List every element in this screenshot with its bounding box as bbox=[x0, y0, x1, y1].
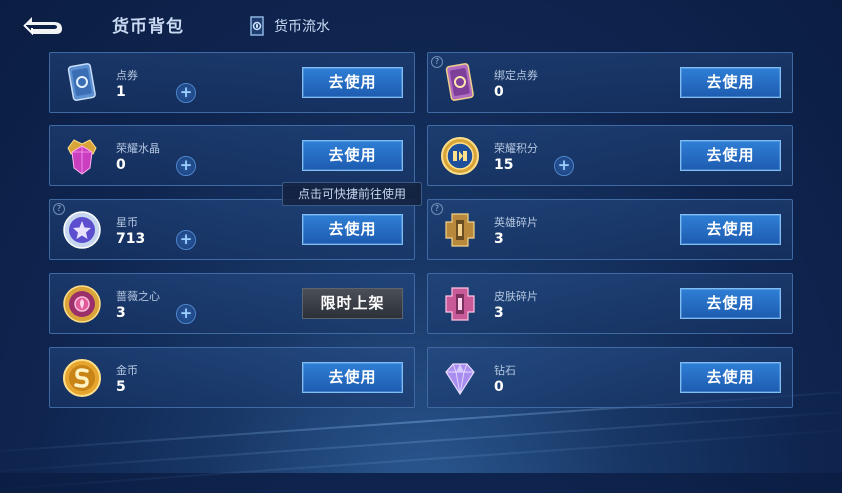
currency-card-bound-coupon: ? 绑定点券 0 去使用 bbox=[427, 52, 793, 113]
currency-count: 3 bbox=[494, 231, 504, 247]
currency-flow-link[interactable]: 货币流水 bbox=[248, 14, 330, 38]
currency-name: 点券 bbox=[116, 69, 138, 82]
currency-count: 15 bbox=[494, 157, 514, 173]
add-coupon-button[interactable]: + bbox=[176, 83, 196, 103]
currency-card-diamond: 钻石 0 去使用 bbox=[427, 347, 793, 408]
currency-name: 绑定点券 bbox=[494, 69, 538, 82]
currency-name: 蔷薇之心 bbox=[116, 290, 160, 303]
currency-count: 0 bbox=[494, 379, 504, 395]
back-arrow-icon[interactable] bbox=[20, 12, 66, 38]
currency-count: 1 bbox=[116, 84, 126, 100]
currency-count: 3 bbox=[494, 305, 504, 321]
currency-count: 0 bbox=[116, 157, 126, 173]
currency-name: 荣耀积分 bbox=[494, 142, 538, 155]
currency-name: 星币 bbox=[116, 216, 138, 229]
limited-time-button[interactable]: 限时上架 bbox=[302, 288, 403, 319]
currency-name: 钻石 bbox=[494, 364, 516, 377]
gold-coin-icon bbox=[63, 359, 101, 397]
use-gold-coin-button[interactable]: 去使用 bbox=[302, 362, 403, 393]
add-rose-heart-button[interactable]: + bbox=[176, 304, 196, 324]
currency-name: 金币 bbox=[116, 364, 138, 377]
hero-fragment-icon bbox=[445, 213, 475, 247]
glory-crystal-icon bbox=[67, 139, 97, 175]
glory-points-icon bbox=[441, 137, 479, 175]
star-coin-icon bbox=[63, 211, 101, 249]
use-bound-coupon-button[interactable]: 去使用 bbox=[680, 67, 781, 98]
currency-card-glory-crystal: 荣耀水晶 0 + 去使用 bbox=[49, 125, 415, 186]
currency-flow-icon bbox=[250, 16, 264, 36]
rose-heart-icon bbox=[63, 285, 101, 323]
add-star-coin-button[interactable]: + bbox=[176, 230, 196, 250]
use-hero-fragment-button[interactable]: 去使用 bbox=[680, 214, 781, 245]
coupon-card-icon bbox=[67, 63, 96, 101]
add-glory-points-button[interactable]: + bbox=[554, 156, 574, 176]
currency-name: 皮肤碎片 bbox=[494, 290, 538, 303]
use-glory-points-button[interactable]: 去使用 bbox=[680, 140, 781, 171]
currency-flow-label: 货币流水 bbox=[274, 19, 330, 35]
currency-count: 5 bbox=[116, 379, 126, 395]
diamond-icon bbox=[445, 363, 475, 396]
use-star-coin-button[interactable]: 去使用 bbox=[302, 214, 403, 245]
currency-name: 荣耀水晶 bbox=[116, 142, 160, 155]
use-skin-fragment-button[interactable]: 去使用 bbox=[680, 288, 781, 319]
currency-card-coupon: 点券 1 + 去使用 bbox=[49, 52, 415, 113]
page-title: 货币背包 bbox=[112, 17, 184, 37]
use-glory-crystal-button[interactable]: 去使用 bbox=[302, 140, 403, 171]
currency-count: 0 bbox=[494, 84, 504, 100]
currency-count: 713 bbox=[116, 231, 146, 247]
use-coupon-button[interactable]: 去使用 bbox=[302, 67, 403, 98]
currency-card-rose-heart: 蔷薇之心 3 + 限时上架 bbox=[49, 273, 415, 334]
quick-use-tooltip: 点击可快捷前往使用 bbox=[282, 182, 422, 206]
add-glory-crystal-button[interactable]: + bbox=[176, 156, 196, 176]
currency-card-glory-points: 荣耀积分 15 + 去使用 bbox=[427, 125, 793, 186]
skin-fragment-icon bbox=[445, 287, 475, 321]
currency-name: 英雄碎片 bbox=[494, 216, 538, 229]
currency-card-star-coin: ? 星币 713 + 去使用 bbox=[49, 199, 415, 260]
currency-card-gold-coin: 金币 5 去使用 bbox=[49, 347, 415, 408]
currency-count: 3 bbox=[116, 305, 126, 321]
use-diamond-button[interactable]: 去使用 bbox=[680, 362, 781, 393]
bound-coupon-card-icon bbox=[445, 63, 474, 101]
currency-card-hero-fragment: ? 英雄碎片 3 去使用 bbox=[427, 199, 793, 260]
currency-card-skin-fragment: 皮肤碎片 3 去使用 bbox=[427, 273, 793, 334]
